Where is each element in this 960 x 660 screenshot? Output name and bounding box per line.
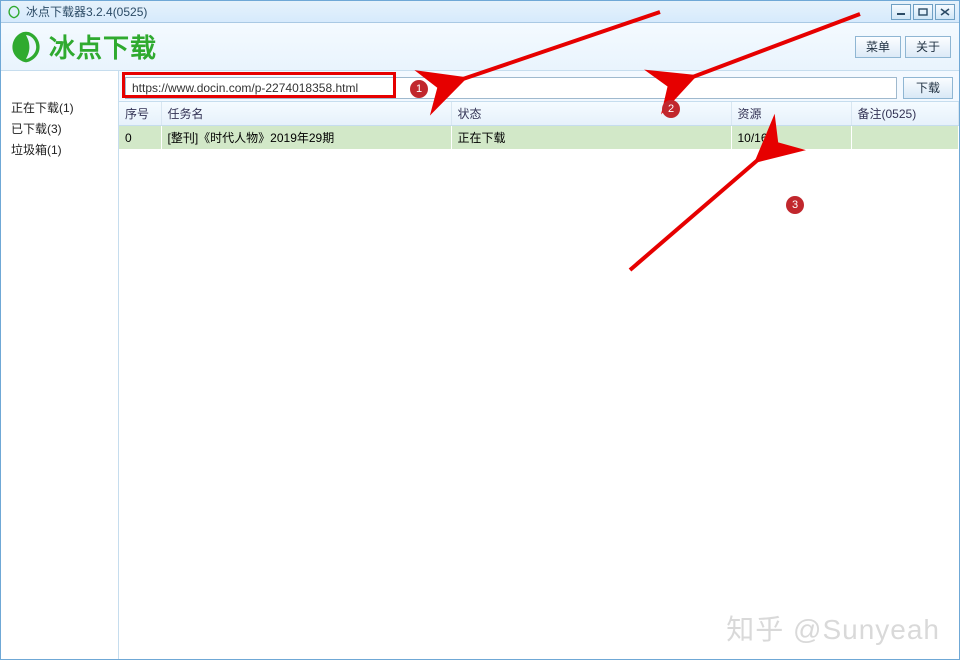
sidebar: 正在下载(1) 已下载(3) 垃圾箱(1): [1, 71, 119, 659]
sidebar-item-downloading[interactable]: 正在下载(1): [1, 97, 118, 118]
cell-task: [整刊]《时代人物》2019年29期: [161, 126, 451, 150]
cell-state: 正在下载: [451, 126, 731, 150]
minimize-button[interactable]: [891, 4, 911, 20]
titlebar: 冰点下载器3.2.4(0525): [1, 1, 959, 23]
brand-bar: 冰点下载 菜单 关于: [1, 23, 959, 71]
about-button[interactable]: 关于: [905, 36, 951, 58]
cell-note: [851, 126, 959, 150]
download-button[interactable]: 下载: [903, 77, 953, 99]
sidebar-item-downloaded[interactable]: 已下载(3): [1, 118, 118, 139]
table-header-row: 序号 任务名 状态 资源 备注(0525): [119, 102, 959, 126]
download-table: 序号 任务名 状态 资源 备注(0525) 0 [整刊]《时代人物》2019年2…: [119, 102, 959, 149]
app-icon: [7, 5, 21, 19]
table-row[interactable]: 0 [整刊]《时代人物》2019年29期 正在下载 10/166: [119, 126, 959, 150]
brand-title: 冰点下载: [49, 28, 157, 65]
col-header-index[interactable]: 序号: [119, 102, 161, 126]
main-area: 正在下载(1) 已下载(3) 垃圾箱(1) 下载 序号 任务名: [1, 71, 959, 659]
window-title: 冰点下载器3.2.4(0525): [26, 3, 889, 20]
url-input[interactable]: [125, 77, 897, 99]
cell-index: 0: [119, 126, 161, 150]
col-header-resource[interactable]: 资源: [731, 102, 851, 126]
sidebar-item-trash[interactable]: 垃圾箱(1): [1, 139, 118, 160]
col-header-task[interactable]: 任务名: [161, 102, 451, 126]
col-header-state[interactable]: 状态: [451, 102, 731, 126]
url-row: 下载: [119, 71, 959, 101]
menu-button[interactable]: 菜单: [855, 36, 901, 58]
brand-logo-icon: [9, 30, 43, 64]
app-window: 冰点下载器3.2.4(0525) 冰点下载 菜单 关于 正在下载(1) 已下载(…: [0, 0, 960, 660]
maximize-button[interactable]: [913, 4, 933, 20]
col-header-note[interactable]: 备注(0525): [851, 102, 959, 126]
download-table-wrap: 序号 任务名 状态 资源 备注(0525) 0 [整刊]《时代人物》2019年2…: [119, 101, 959, 659]
content-area: 下载 序号 任务名 状态 资源 备注(0525): [119, 71, 959, 659]
cell-resource: 10/166: [731, 126, 851, 150]
close-button[interactable]: [935, 4, 955, 20]
